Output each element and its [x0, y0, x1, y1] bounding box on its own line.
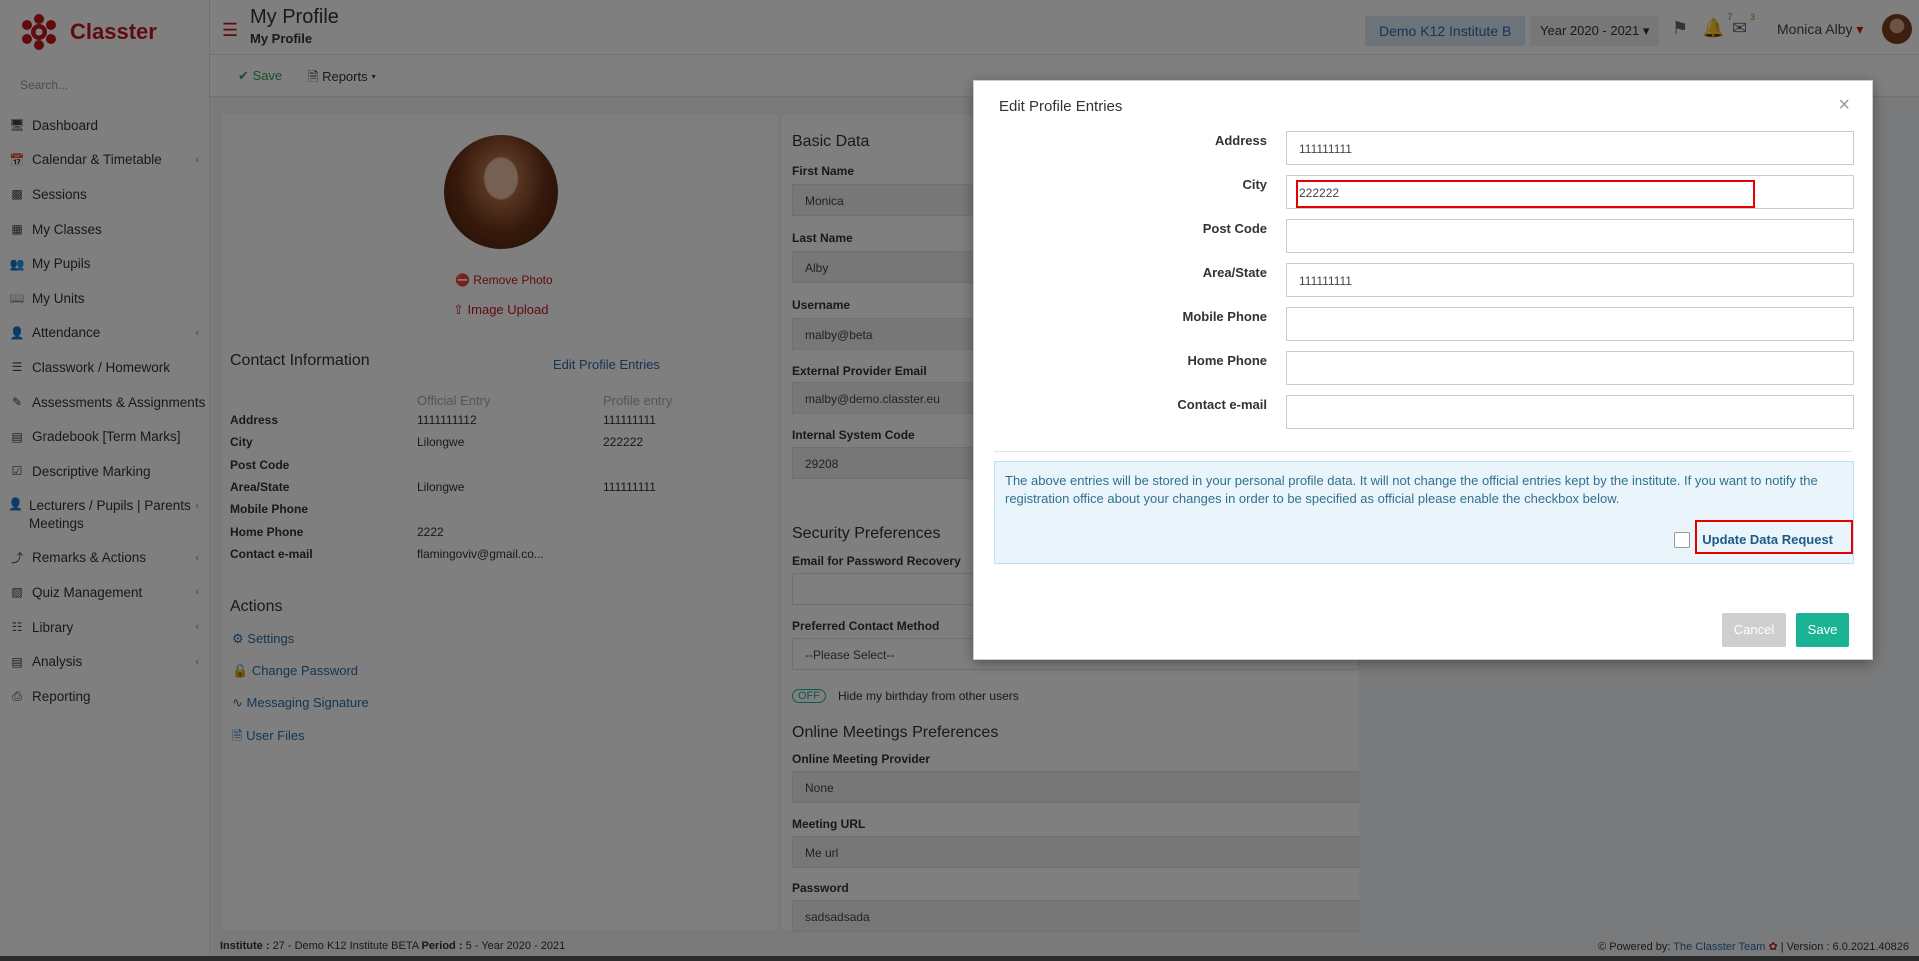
form-row: Address 111111111: [974, 131, 1874, 165]
form-row: Contact e-mail: [974, 395, 1874, 429]
edit-profile-modal: Edit Profile Entries × Address 111111111 C…: [973, 80, 1873, 660]
modal-title: Edit Profile Entries: [999, 98, 1123, 115]
taskbar-strip: [0, 956, 1919, 961]
address-input[interactable]: 111111111: [1286, 131, 1854, 165]
save-button[interactable]: Save: [1796, 613, 1849, 647]
form-row: Mobile Phone: [974, 307, 1874, 341]
home-phone-input[interactable]: [1286, 351, 1854, 385]
field-label: Address: [1214, 133, 1267, 148]
close-icon[interactable]: ×: [1838, 94, 1850, 117]
field-label: Contact e-mail: [1177, 397, 1267, 412]
form-row: Home Phone: [974, 351, 1874, 385]
post-code-input[interactable]: [1286, 219, 1854, 253]
info-alert: The above entries will be stored in your…: [994, 461, 1854, 564]
divider: [994, 451, 1852, 452]
field-label: Home Phone: [1187, 353, 1267, 368]
city-highlight: [1296, 180, 1755, 208]
cancel-button[interactable]: Cancel: [1722, 613, 1786, 647]
field-label: Mobile Phone: [1182, 309, 1268, 324]
checkbox-highlight: [1695, 520, 1853, 554]
form-row: Area/State 111111111: [974, 263, 1874, 297]
contact-e-mail-input[interactable]: [1286, 395, 1854, 429]
form-row: Post Code: [974, 219, 1874, 253]
field-label: Area/State: [1202, 265, 1267, 280]
mobile-phone-input[interactable]: [1286, 307, 1854, 341]
field-label: City: [1242, 177, 1267, 192]
area-state-input[interactable]: 111111111: [1286, 263, 1854, 297]
update-data-request-checkbox[interactable]: [1674, 532, 1691, 548]
field-label: Post Code: [1202, 221, 1267, 236]
info-text: The above entries will be stored in your…: [1005, 473, 1818, 506]
